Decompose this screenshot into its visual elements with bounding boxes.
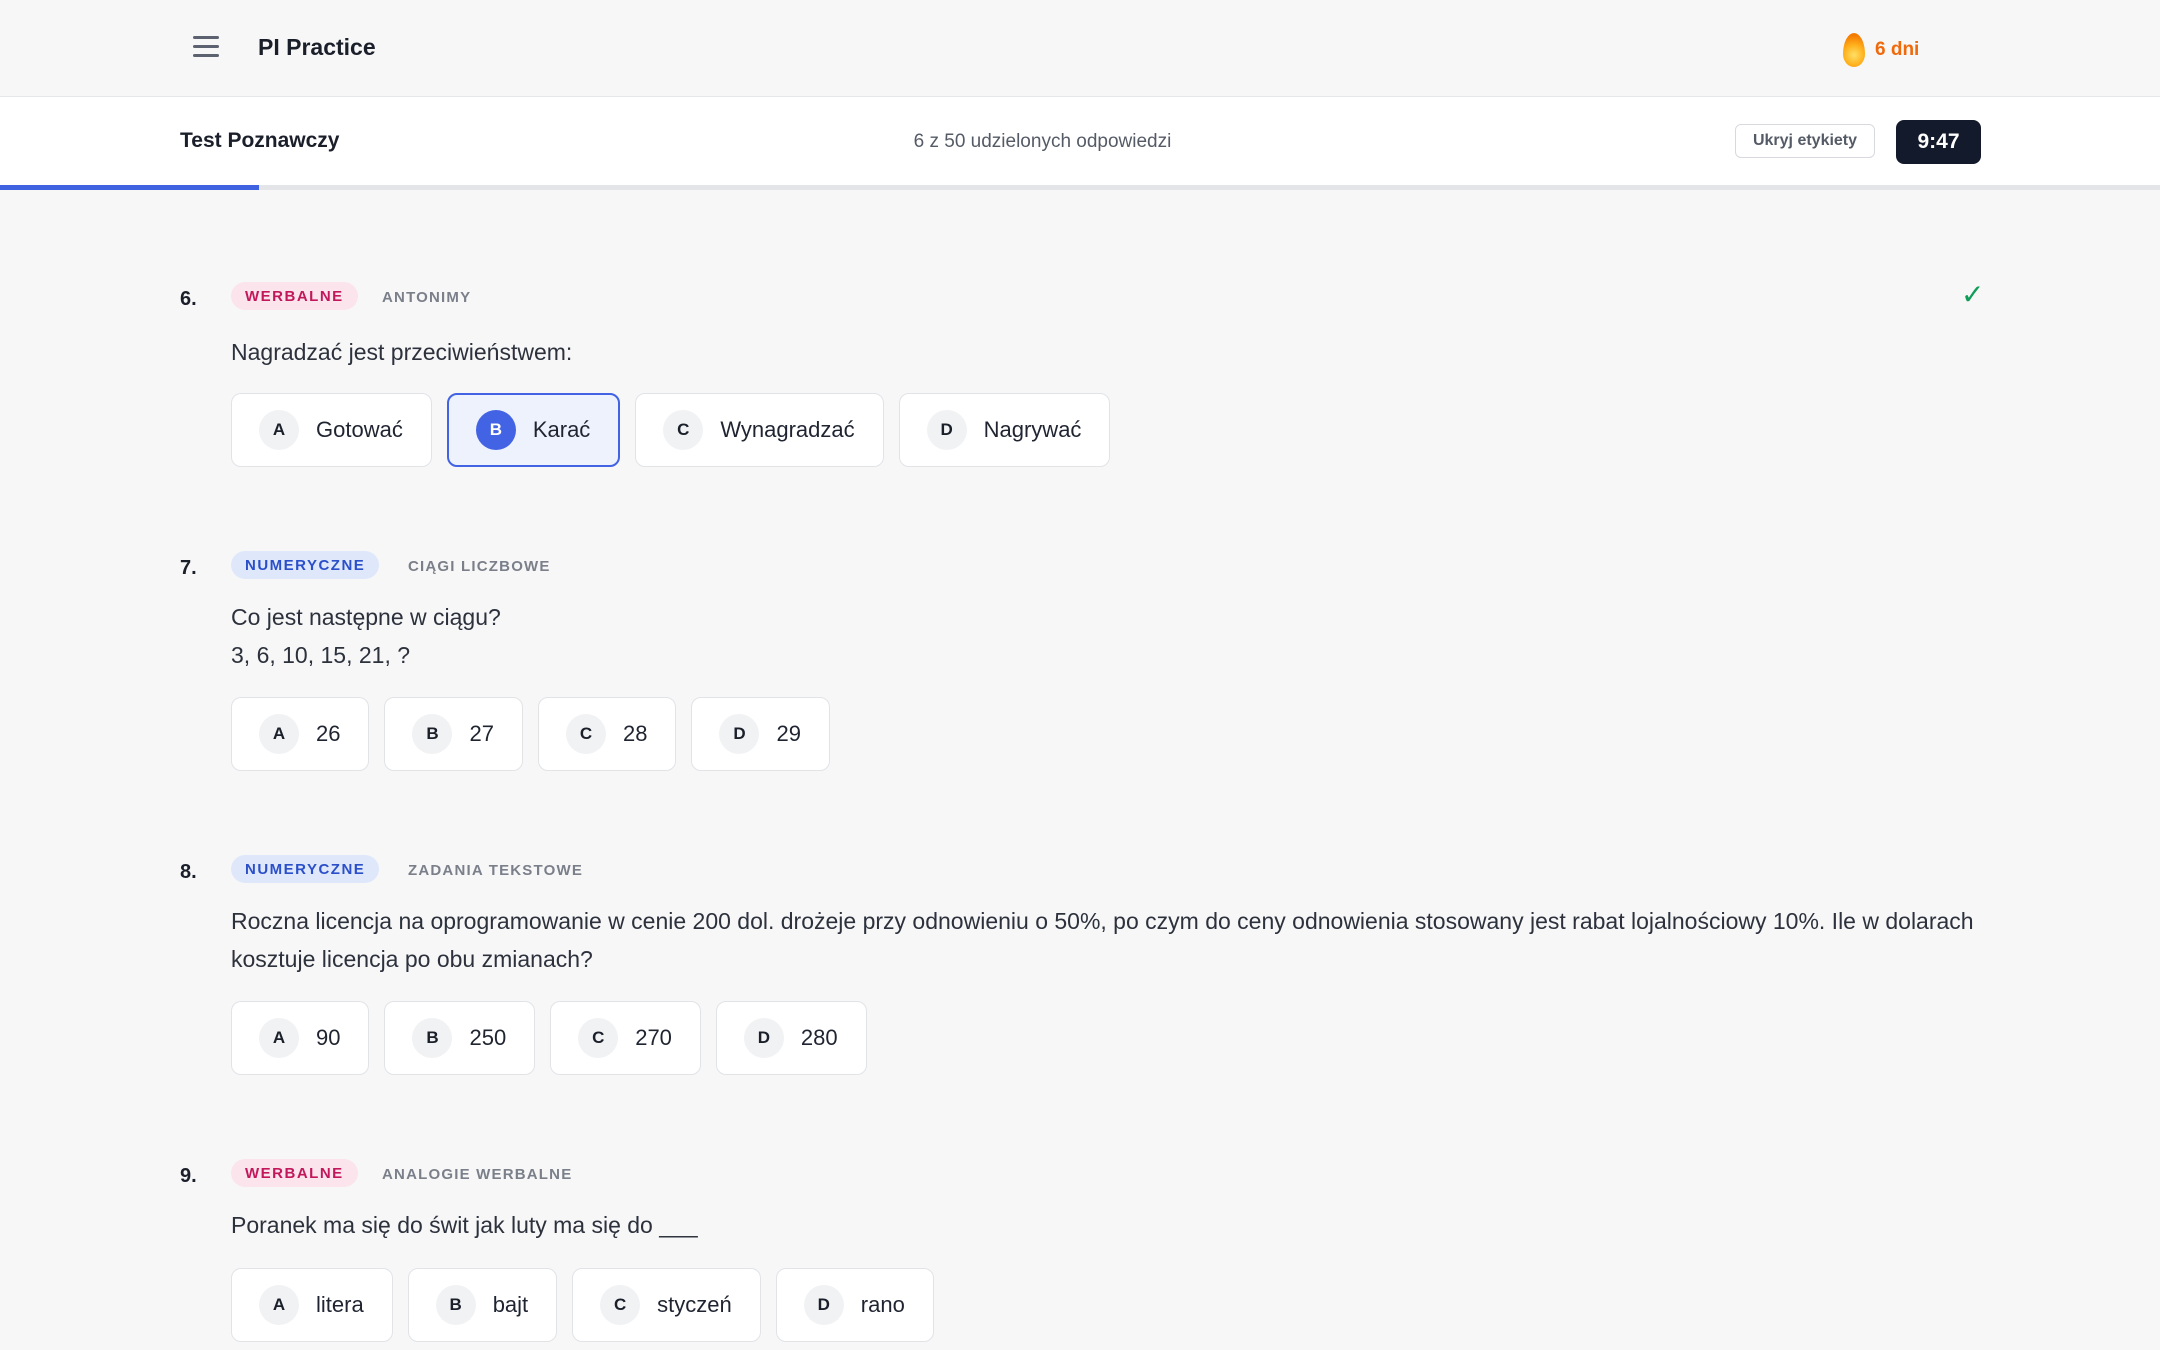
category-badge: WERBALNE — [231, 1159, 358, 1187]
answer-options: A 26 B 27 C 28 D 29 — [231, 697, 845, 771]
option-text: 90 — [316, 1025, 341, 1050]
timer: 9:47 — [1896, 120, 1981, 164]
option-letter: C — [600, 1285, 641, 1325]
option-text: 28 — [622, 721, 648, 746]
option-a[interactable]: A 26 — [231, 697, 370, 771]
option-a[interactable]: A litera — [231, 1268, 393, 1342]
question-number: 8. — [180, 861, 197, 883]
option-d[interactable]: D 29 — [691, 697, 830, 771]
option-letter: D — [743, 1018, 784, 1058]
option-b[interactable]: B 250 — [384, 1001, 536, 1075]
option-letter: B — [435, 1285, 476, 1325]
test-header: Test Poznawczy 6 z 50 udzielonych odpowi… — [0, 97, 2160, 185]
option-letter: A — [259, 714, 299, 754]
option-c[interactable]: C 270 — [550, 1001, 701, 1075]
option-letter: D — [926, 410, 967, 450]
question-text: Co jest następne w ciągu? — [231, 604, 501, 630]
question-text: Nagradzać jest przeciwieństwem: — [231, 339, 573, 365]
option-letter: A — [259, 1285, 299, 1325]
category-badge: WERBALNE — [231, 282, 358, 310]
option-letter: B — [412, 714, 453, 754]
hamburger-menu-icon[interactable] — [193, 36, 219, 60]
answer-options: A litera B bajt C styczeń D rano — [231, 1268, 949, 1342]
option-a[interactable]: A 90 — [231, 1001, 370, 1075]
category-badge: NUMERYCZNE — [231, 855, 380, 883]
option-b[interactable]: B bajt — [407, 1268, 558, 1342]
option-letter: C — [565, 714, 606, 754]
streak-text: 6 dni — [1875, 39, 1920, 60]
option-letter: C — [663, 410, 704, 450]
flame-icon — [1843, 33, 1865, 67]
option-text: bajt — [492, 1292, 529, 1317]
option-d[interactable]: D Nagrywać — [898, 393, 1111, 467]
subcategory-label: ANTONIMY — [382, 289, 472, 306]
option-c[interactable]: C 28 — [537, 697, 677, 771]
progress-bar — [0, 185, 2160, 190]
question-sequence: 3, 6, 10, 15, 21, ? — [231, 642, 411, 668]
question-text: Poranek ma się do świt jak luty ma się d… — [231, 1212, 698, 1238]
app-title: PI Practice — [258, 34, 376, 60]
question-text: Roczna licencja na oprogramowanie w ceni… — [231, 908, 1974, 972]
option-letter: A — [259, 1018, 299, 1058]
option-text: 280 — [800, 1025, 838, 1050]
option-text: 26 — [316, 721, 341, 746]
option-text: Nagrywać — [983, 417, 1082, 442]
app-bar: PI Practice 6 dni — [0, 0, 2160, 97]
option-d[interactable]: D 280 — [715, 1001, 867, 1075]
option-b[interactable]: B 27 — [384, 697, 523, 771]
answer-options: A 90 B 250 C 270 D 280 — [231, 1001, 882, 1075]
question-number: 9. — [180, 1165, 197, 1187]
option-text: Wynagradzać — [720, 417, 855, 442]
option-letter: B — [475, 410, 516, 450]
option-text: rano — [860, 1292, 905, 1317]
option-d[interactable]: D rano — [775, 1268, 934, 1342]
answer-options: A Gotować B Karać C Wynagradzać D Nagryw… — [231, 393, 1125, 467]
option-letter: B — [412, 1018, 453, 1058]
option-c[interactable]: C Wynagradzać — [635, 393, 884, 467]
option-letter: A — [259, 410, 299, 450]
subcategory-label: ZADANIA TEKSTOWE — [408, 862, 584, 879]
option-text: 270 — [635, 1025, 672, 1050]
category-badge: NUMERYCZNE — [231, 551, 380, 579]
check-icon: ✓ — [1961, 279, 1985, 310]
option-text: Karać — [532, 417, 591, 442]
option-a[interactable]: A Gotować — [231, 393, 432, 467]
option-text: 250 — [469, 1025, 507, 1050]
question-number: 7. — [180, 557, 197, 579]
option-text: litera — [316, 1292, 364, 1317]
option-text: 27 — [469, 721, 494, 746]
option-letter: D — [803, 1285, 844, 1325]
question-number: 6. — [180, 288, 197, 310]
option-text: styczeń — [657, 1292, 732, 1317]
option-text: Gotować — [316, 417, 403, 442]
progress-fill — [0, 185, 260, 190]
option-b-selected[interactable]: B Karać — [446, 393, 621, 467]
streak-indicator: 6 dni — [1843, 32, 1919, 68]
hide-labels-button[interactable]: Ukryj etykiety — [1735, 124, 1875, 158]
option-letter: C — [578, 1018, 619, 1058]
subcategory-label: CIĄGI LICZBOWE — [408, 558, 551, 575]
option-c[interactable]: C styczeń — [572, 1268, 761, 1342]
option-letter: D — [719, 714, 760, 754]
subcategory-label: ANALOGIE WERBALNE — [382, 1166, 573, 1183]
option-text: 29 — [776, 721, 801, 746]
